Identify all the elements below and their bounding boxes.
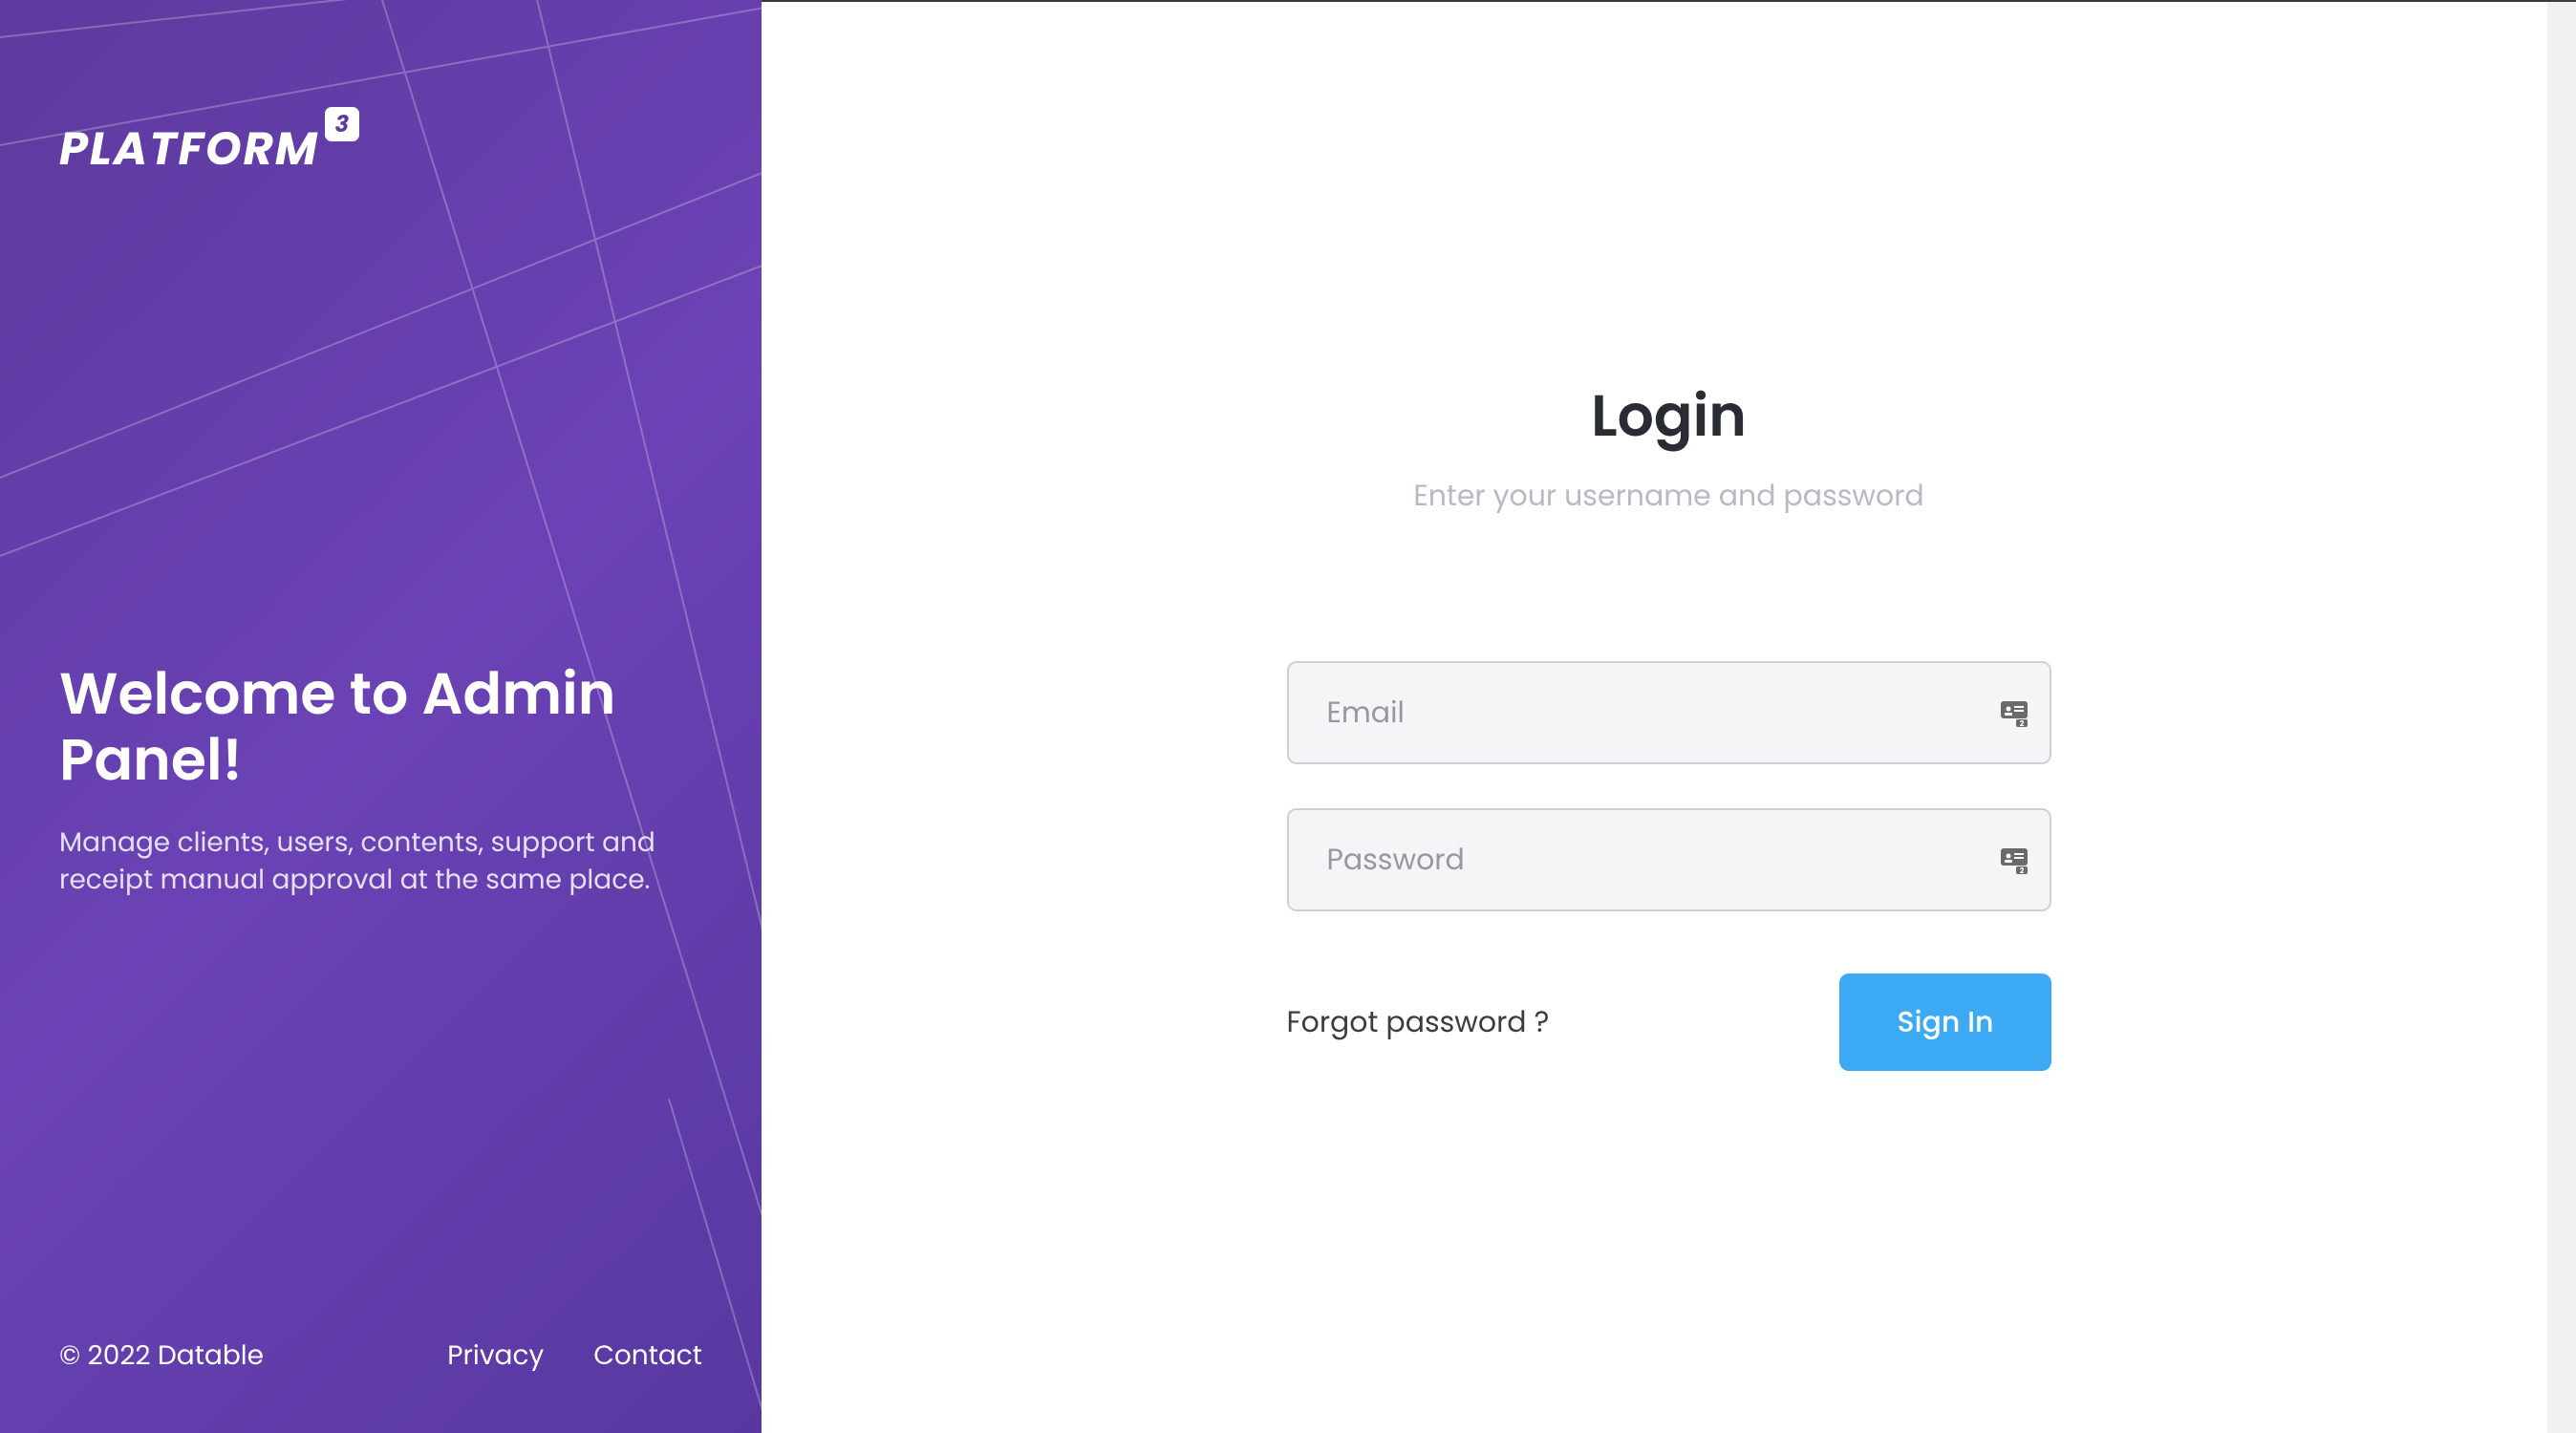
credentials-icon: 2 <box>1998 844 2030 876</box>
right-panel: Login Enter your username and password 2 <box>762 0 2576 1433</box>
form-bottom: Forgot password ? Sign In <box>1287 973 2051 1071</box>
credentials-icon: 2 <box>1998 696 2030 729</box>
welcome-title: Welcome to Admin Panel! <box>59 661 702 793</box>
welcome-description: Manage clients, users, contents, support… <box>59 823 671 898</box>
login-title: Login <box>1413 373 1923 459</box>
password-input-wrapper: 2 <box>1287 808 2051 911</box>
password-field[interactable] <box>1287 808 2051 911</box>
svg-text:2: 2 <box>2019 718 2024 728</box>
login-subtitle: Enter your username and password <box>1413 474 1923 518</box>
scrollbar-thumb[interactable] <box>2547 2 2576 1433</box>
logo: PLATFORM 3 <box>59 115 702 183</box>
forgot-password-link[interactable]: Forgot password ? <box>1287 1000 1550 1044</box>
logo-badge: 3 <box>325 107 359 141</box>
logo-text: PLATFORM <box>59 115 319 183</box>
scrollbar[interactable] <box>2547 2 2576 1433</box>
logo-badge-text: 3 <box>335 108 350 141</box>
welcome-section: Welcome to Admin Panel! Manage clients, … <box>59 661 702 898</box>
signin-button[interactable]: Sign In <box>1839 973 2050 1071</box>
copyright: © 2022 Datable <box>59 1336 264 1376</box>
svg-text:2: 2 <box>2019 866 2024 875</box>
login-header: Login Enter your username and password <box>1413 373 1923 518</box>
footer: © 2022 Datable Privacy Contact <box>59 1336 702 1376</box>
footer-links: Privacy Contact <box>447 1336 702 1376</box>
left-panel: PLATFORM 3 Welcome to Admin Panel! Manag… <box>0 0 762 1433</box>
contact-link[interactable]: Contact <box>593 1336 702 1376</box>
email-field[interactable] <box>1287 661 2051 764</box>
email-input-wrapper: 2 <box>1287 661 2051 764</box>
privacy-link[interactable]: Privacy <box>447 1336 544 1376</box>
login-form: 2 2 Forgot password ? Sign <box>1287 661 2051 1071</box>
